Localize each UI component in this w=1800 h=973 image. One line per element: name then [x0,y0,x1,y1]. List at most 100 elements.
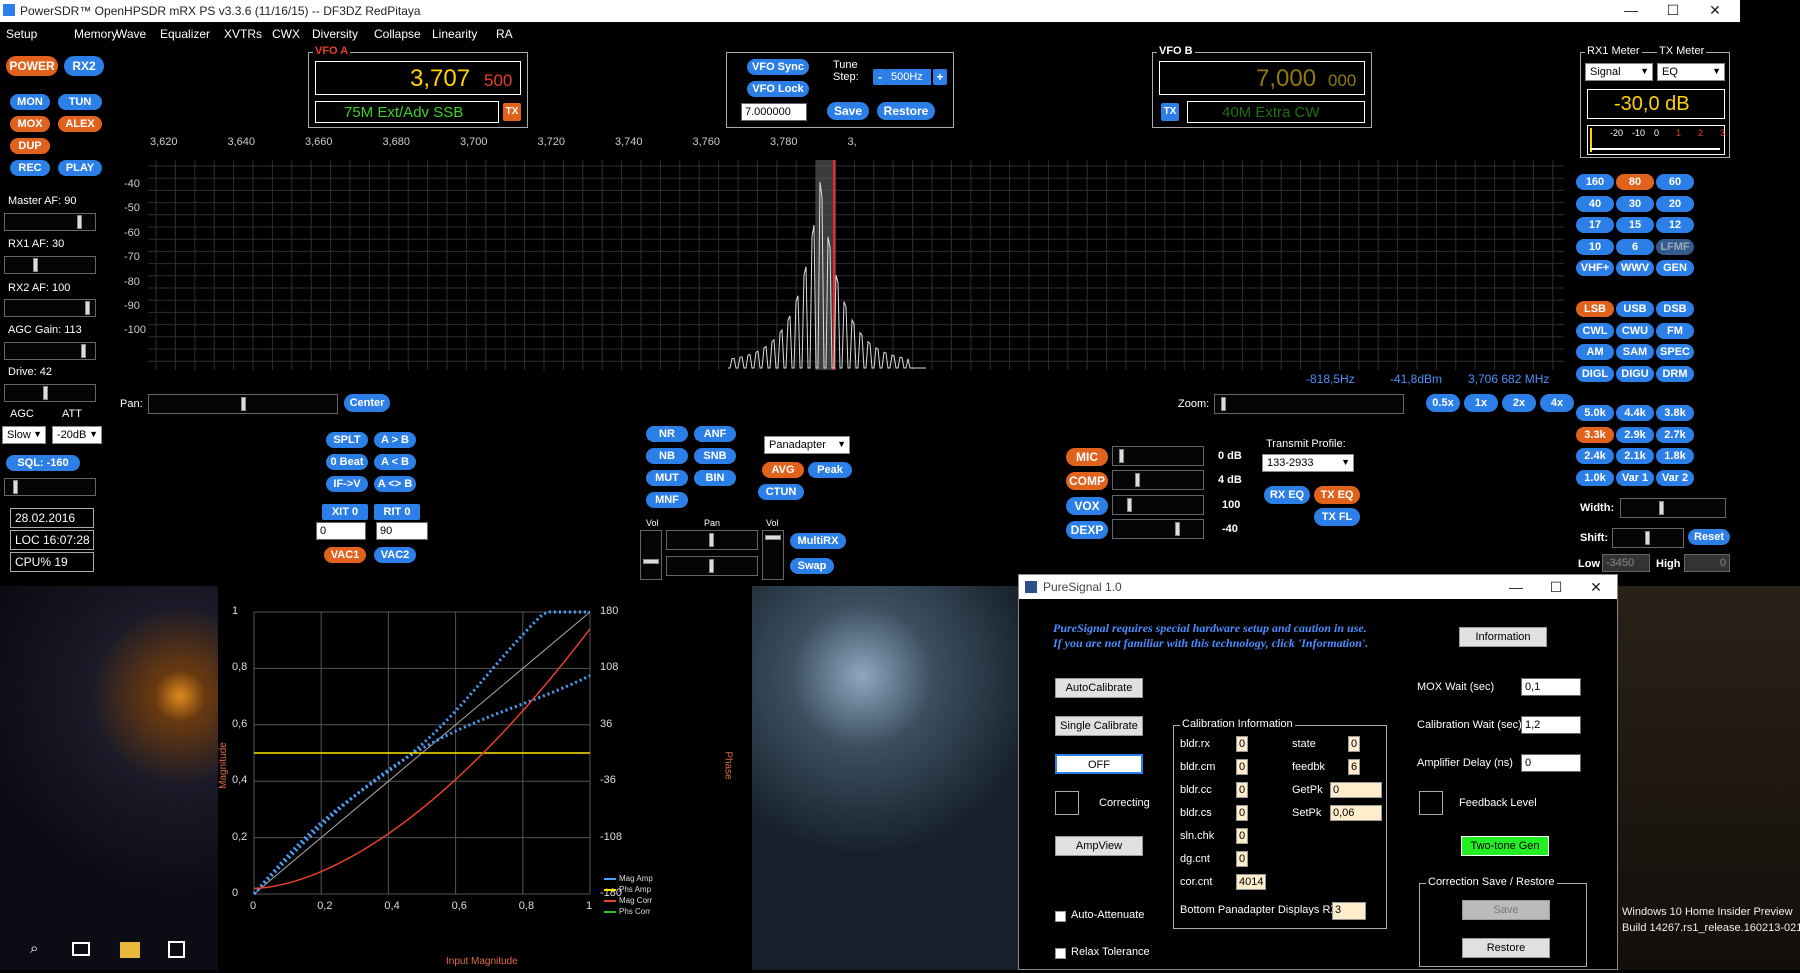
rit-value[interactable]: 90 [376,522,428,540]
snb-button[interactable]: SNB [694,448,736,464]
rx1-af-slider[interactable] [4,256,96,274]
band-160-button[interactable]: 160 [1576,174,1614,190]
mode-cwl-button[interactable]: CWL [1576,322,1614,339]
vox-thumb[interactable] [1127,498,1132,512]
filter-shift-slider[interactable] [1612,528,1684,548]
single-calibrate-button[interactable]: Single Calibrate [1055,716,1143,736]
tx-filter-button[interactable]: TX FL [1314,508,1360,526]
cal-val-setpk[interactable]: 0,06 [1330,805,1382,821]
xit-value[interactable]: 0 [316,522,366,540]
vfo-restore-button[interactable]: Restore [877,102,935,120]
master-af-slider[interactable] [4,213,96,231]
autocalibrate-button[interactable]: AutoCalibrate [1055,678,1143,698]
band-80-button[interactable]: 80 [1616,174,1654,190]
if-to-v-button[interactable]: IF->V [326,476,368,492]
anf-button[interactable]: ANF [694,426,736,442]
mode-digu-button[interactable]: DIGU [1616,365,1654,382]
filter-2-4k-button[interactable]: 2.4k [1576,448,1614,464]
band-40-button[interactable]: 40 [1576,195,1614,212]
rx-eq-button[interactable]: RX EQ [1264,486,1310,504]
alex-button[interactable]: ALEX [58,116,102,132]
a-to-b-button[interactable]: A > B [374,432,416,448]
sql-slider[interactable] [4,478,96,496]
zoom-slider[interactable] [1214,394,1404,414]
pan-thumb[interactable] [241,397,246,411]
rx-pan-thumb-2[interactable] [709,559,714,573]
menu-xvtrs[interactable]: XVTRs [224,27,262,41]
filter-1-0k-button[interactable]: 1.0k [1576,469,1614,486]
ps-maximize-button[interactable]: ☐ [1535,577,1577,599]
ps-off-button[interactable]: OFF [1055,754,1143,774]
minimize-button[interactable]: — [1610,0,1652,22]
filter-width-thumb[interactable] [1659,501,1664,515]
menu-equalizer[interactable]: Equalizer [160,27,210,41]
mode-lsb-button[interactable]: LSB [1576,301,1614,317]
a-swap-b-button[interactable]: A <> B [374,476,416,492]
filter-width-slider[interactable] [1620,498,1726,518]
comp-button[interactable]: COMP [1066,472,1108,490]
split-button[interactable]: SPLT [326,432,368,448]
maximize-button[interactable]: ☐ [1652,0,1694,22]
menu-diversity[interactable]: Diversity [312,27,358,41]
play-button[interactable]: PLAY [58,160,102,176]
rx1-af-thumb[interactable] [33,258,38,272]
zoom-0.5x-button[interactable]: 0.5x [1426,394,1460,412]
zoom-1x-button[interactable]: 1x [1464,394,1498,412]
tune-step-minus[interactable]: - [873,69,887,85]
menu-cwx[interactable]: CWX [272,27,300,41]
information-button[interactable]: Information [1459,627,1547,647]
filter-5-0k-button[interactable]: 5.0k [1576,405,1614,421]
center-button[interactable]: Center [344,394,390,412]
band-6-button[interactable]: 6 [1616,238,1654,255]
pan-slider[interactable] [148,394,338,414]
mode-spec-button[interactable]: SPEC [1656,344,1694,360]
filter-var-2-button[interactable]: Var 2 [1656,469,1694,486]
band-15-button[interactable]: 15 [1616,217,1654,233]
vfo-save-button[interactable]: Save [827,102,869,120]
filter-3-8k-button[interactable]: 3.8k [1656,405,1694,421]
zoom-thumb[interactable] [1221,397,1226,411]
vfo-sync-button[interactable]: VFO Sync [747,59,809,75]
filter-high-input[interactable]: 0 [1684,554,1730,572]
att-select[interactable]: -20dB ▼ [52,426,102,444]
vac2-button[interactable]: VAC2 [374,547,416,563]
mic-button[interactable]: MIC [1066,448,1108,466]
rec-button[interactable]: REC [10,160,50,176]
relax-tolerance-checkbox[interactable] [1055,948,1066,959]
bottom-pan-value[interactable]: 3 [1332,902,1366,920]
vox-slider[interactable] [1112,495,1204,515]
rx-pan-thumb-1[interactable] [709,533,714,547]
ampview-button[interactable]: AmpView [1055,836,1143,856]
ps-minimize-button[interactable]: — [1495,577,1537,599]
drive-thumb[interactable] [43,386,48,400]
rx-pan-slider-1[interactable] [666,530,758,550]
vfo-lock-button[interactable]: VFO Lock [747,81,809,97]
mon-button[interactable]: MON [10,94,50,110]
mode-drm-button[interactable]: DRM [1656,365,1694,382]
comp-thumb[interactable] [1135,473,1140,487]
rx2-vol-slider[interactable] [762,530,784,580]
task-view-icon[interactable] [72,942,90,956]
mode-digl-button[interactable]: DIGL [1576,365,1614,382]
vox-button[interactable]: VOX [1066,497,1108,515]
tx-eq-button[interactable]: TX EQ [1314,486,1360,504]
menu-wave[interactable]: Wave [116,27,146,41]
band-12-button[interactable]: 12 [1656,217,1694,233]
zoom-2x-button[interactable]: 2x [1502,394,1536,412]
tx-meter-select[interactable]: EQ ▼ [1657,63,1725,81]
vfo-a-frequency[interactable]: 3,707 500 [315,61,521,95]
zero-beat-button[interactable]: 0 Beat [326,454,368,470]
b-to-a-button[interactable]: A < B [374,454,416,470]
cal-val-getpk[interactable]: 0 [1330,782,1382,798]
amp-delay-input[interactable]: 0 [1521,754,1581,772]
panadapter[interactable] [108,160,1564,370]
menu-setup[interactable]: Setup [6,27,37,41]
tune-step-value[interactable]: 500Hz [887,69,931,85]
mute-button[interactable]: MUT [646,470,688,486]
file-explorer-icon[interactable] [120,942,140,958]
menu-ra[interactable]: RA [496,27,513,41]
master-af-thumb[interactable] [77,215,82,229]
tune-step-plus[interactable]: + [933,69,947,85]
agc-gain-thumb[interactable] [81,344,86,358]
swap-button[interactable]: Swap [790,558,834,574]
